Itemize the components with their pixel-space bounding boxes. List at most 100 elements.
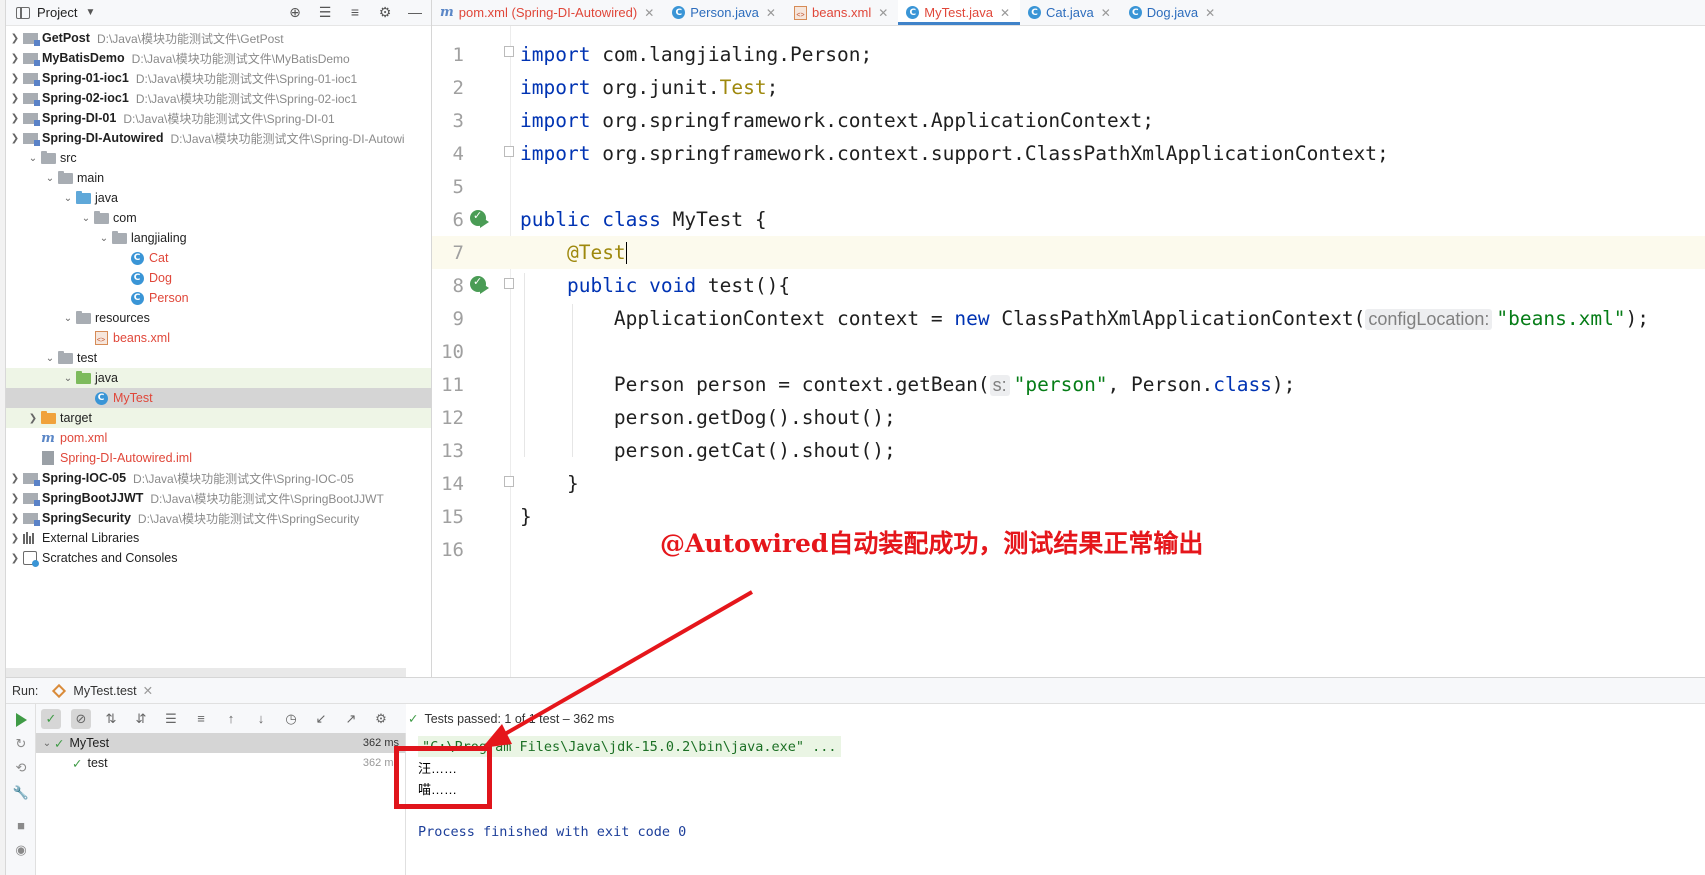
project-horizontal-scrollbar[interactable] bbox=[6, 668, 406, 677]
tree-item-spring-02-ioc1[interactable]: ❯ Spring-02-ioc1 D:\Java\模块功能测试文件\Spring… bbox=[6, 88, 431, 108]
tree-item-resources[interactable]: ⌄ resources bbox=[6, 308, 431, 328]
chevron-right-icon[interactable]: ❯ bbox=[8, 533, 22, 544]
next-test-icon[interactable]: ↓ bbox=[251, 709, 271, 729]
chevron-down-icon[interactable]: ⌄ bbox=[26, 153, 40, 164]
locate-icon[interactable]: ⊕ bbox=[287, 4, 303, 20]
tree-item-dog[interactable]: C Dog bbox=[6, 268, 431, 288]
collapse-all-icon[interactable]: ≡ bbox=[347, 4, 363, 20]
sort-alpha-icon[interactable]: ⇅ bbox=[101, 709, 121, 729]
fold-marker-icon[interactable] bbox=[504, 278, 514, 289]
close-icon[interactable]: ✕ bbox=[1101, 6, 1111, 20]
chevron-down-icon[interactable]: ⌄ bbox=[40, 738, 54, 749]
close-icon[interactable]: ✕ bbox=[143, 683, 153, 698]
wrench-icon[interactable]: 🔧 bbox=[13, 785, 29, 801]
toggle-auto-test-icon[interactable]: ⟲ bbox=[13, 760, 29, 776]
chevron-right-icon[interactable]: ❯ bbox=[8, 53, 22, 64]
tab-cat-java[interactable]: C Cat.java ✕ bbox=[1020, 0, 1121, 25]
show-ignored-icon[interactable]: ⊘ bbox=[71, 708, 91, 729]
expand-all-icon[interactable]: ☰ bbox=[161, 709, 181, 729]
tree-item-beans-xml[interactable]: <> beans.xml bbox=[6, 328, 431, 348]
tree-item-cat[interactable]: C Cat bbox=[6, 248, 431, 268]
close-icon[interactable]: ✕ bbox=[1000, 6, 1010, 20]
chevron-down-icon[interactable]: ❯ bbox=[8, 133, 22, 144]
close-icon[interactable]: ✕ bbox=[1205, 6, 1215, 20]
tree-item-spring-di-01[interactable]: ❯ Spring-DI-01 D:\Java\模块功能测试文件\Spring-D… bbox=[6, 108, 431, 128]
gear-icon[interactable]: ⚙ bbox=[371, 709, 391, 729]
chevron-down-icon[interactable]: ⌄ bbox=[61, 313, 75, 324]
tree-item-pom-xml[interactable]: m pom.xml bbox=[6, 428, 431, 448]
sort-duration-icon[interactable]: ⇵ bbox=[131, 709, 151, 729]
stop-icon[interactable]: ■ bbox=[13, 817, 29, 833]
tree-item-mytest[interactable]: C MyTest bbox=[6, 388, 431, 408]
chevron-right-icon[interactable]: ❯ bbox=[26, 413, 40, 424]
chevron-right-icon[interactable]: ❯ bbox=[8, 513, 22, 524]
tab-mytest-java[interactable]: C MyTest.java ✕ bbox=[898, 0, 1020, 25]
chevron-down-icon[interactable]: ⌄ bbox=[61, 193, 75, 204]
export-tests-icon[interactable]: ↗ bbox=[341, 709, 361, 729]
tree-item-iml[interactable]: Spring-DI-Autowired.iml bbox=[6, 448, 431, 468]
tree-item-spring-di-autowired[interactable]: ❯ Spring-DI-Autowired D:\Java\模块功能测试文件\S… bbox=[6, 128, 431, 148]
chevron-down-icon[interactable]: ⌄ bbox=[61, 373, 75, 384]
tree-item-springsecurity[interactable]: ❯ SpringSecurity D:\Java\模块功能测试文件\Spring… bbox=[6, 508, 431, 528]
close-icon[interactable]: ✕ bbox=[644, 6, 654, 20]
tab-pom-xml[interactable]: m pom.xml (Spring-DI-Autowired) ✕ bbox=[432, 0, 664, 25]
collapse-all-icon[interactable]: ≡ bbox=[191, 709, 211, 729]
tree-item-scratches[interactable]: ❯ Scratches and Consoles bbox=[6, 548, 431, 568]
chevron-right-icon[interactable]: ❯ bbox=[8, 33, 22, 44]
tree-item-springbootjjwt[interactable]: ❯ SpringBootJJWT D:\Java\模块功能测试文件\Spring… bbox=[6, 488, 431, 508]
minimize-icon[interactable]: — bbox=[407, 4, 423, 20]
fold-marker-icon[interactable] bbox=[504, 46, 514, 57]
tree-item-test[interactable]: ⌄ test bbox=[6, 348, 431, 368]
run-test-method-icon[interactable] bbox=[470, 275, 490, 296]
history-icon[interactable]: ◷ bbox=[281, 709, 301, 729]
gear-icon[interactable]: ⚙ bbox=[377, 4, 393, 20]
close-icon[interactable]: ✕ bbox=[766, 6, 776, 20]
camera-icon[interactable]: ◉ bbox=[13, 842, 29, 858]
rerun-failed-icon[interactable]: ↻ bbox=[13, 736, 29, 752]
tree-item-langjialing[interactable]: ⌄ langjialing bbox=[6, 228, 431, 248]
chevron-right-icon[interactable]: ❯ bbox=[8, 493, 22, 504]
tree-item-main[interactable]: ⌄ main bbox=[6, 168, 431, 188]
run-test-class-icon[interactable] bbox=[470, 209, 490, 230]
code-editor[interactable]: 1 import com.langjialing.Person; 2 impor… bbox=[432, 26, 1705, 677]
class-icon: C bbox=[129, 251, 145, 265]
run-tab-mytest[interactable]: MyTest.test ✕ bbox=[52, 678, 153, 703]
tree-item-src[interactable]: ⌄ src bbox=[6, 148, 431, 168]
chevron-down-icon[interactable]: ⌄ bbox=[97, 233, 111, 244]
tree-item-java-main[interactable]: ⌄ java bbox=[6, 188, 431, 208]
show-passed-icon[interactable]: ✓ bbox=[41, 708, 61, 729]
chevron-right-icon[interactable]: ❯ bbox=[8, 113, 22, 124]
import-tests-icon[interactable]: ↙ bbox=[311, 709, 331, 729]
chevron-right-icon[interactable]: ❯ bbox=[8, 473, 22, 484]
test-row-mytest[interactable]: ⌄ ✓ MyTest 362 ms bbox=[36, 733, 405, 753]
tree-item-target[interactable]: ❯ target bbox=[6, 408, 431, 428]
chevron-down-icon[interactable]: ▼ bbox=[85, 7, 95, 18]
chevron-right-icon[interactable]: ❯ bbox=[8, 73, 22, 84]
chevron-right-icon[interactable]: ❯ bbox=[8, 553, 22, 564]
chevron-down-icon[interactable]: ⌄ bbox=[79, 213, 93, 224]
tab-dog-java[interactable]: C Dog.java ✕ bbox=[1121, 0, 1225, 25]
fold-marker-icon[interactable] bbox=[504, 476, 514, 487]
expand-all-icon[interactable]: ☰ bbox=[317, 4, 333, 20]
tree-item-mybatisdemo[interactable]: ❯ MyBatisDemo D:\Java\模块功能测试文件\MyBatisDe… bbox=[6, 48, 431, 68]
chevron-down-icon[interactable]: ⌄ bbox=[43, 173, 57, 184]
close-icon[interactable]: ✕ bbox=[878, 6, 888, 20]
project-header[interactable]: Project ▼ ⊕ ☰ ≡ ⚙ — bbox=[6, 0, 431, 26]
module-folder-icon bbox=[22, 471, 40, 486]
tab-beans-xml[interactable]: <> beans.xml ✕ bbox=[786, 0, 898, 25]
tree-item-com[interactable]: ⌄ com bbox=[6, 208, 431, 228]
tree-item-spring-ioc-05[interactable]: ❯ Spring-IOC-05 D:\Java\模块功能测试文件\Spring-… bbox=[6, 468, 431, 488]
fold-marker-icon[interactable] bbox=[504, 146, 514, 157]
previous-test-icon[interactable]: ↑ bbox=[221, 709, 241, 729]
test-row-test[interactable]: ✓ test 362 ms bbox=[36, 753, 405, 773]
tree-item-getpost[interactable]: ❯ GetPost D:\Java\模块功能测试文件\GetPost bbox=[6, 28, 431, 48]
tree-item-external-libraries[interactable]: ❯ External Libraries bbox=[6, 528, 431, 548]
rerun-icon[interactable] bbox=[13, 712, 29, 728]
tree-item-person[interactable]: C Person bbox=[6, 288, 431, 308]
tree-item-java-test[interactable]: ⌄ java bbox=[6, 368, 431, 388]
console-output[interactable]: "C:\Program Files\Java\jdk-15.0.2\bin\ja… bbox=[406, 733, 1705, 875]
chevron-down-icon[interactable]: ⌄ bbox=[43, 353, 57, 364]
chevron-right-icon[interactable]: ❯ bbox=[8, 93, 22, 104]
tree-item-spring-01-ioc1[interactable]: ❯ Spring-01-ioc1 D:\Java\模块功能测试文件\Spring… bbox=[6, 68, 431, 88]
tab-person-java[interactable]: C Person.java ✕ bbox=[664, 0, 786, 25]
